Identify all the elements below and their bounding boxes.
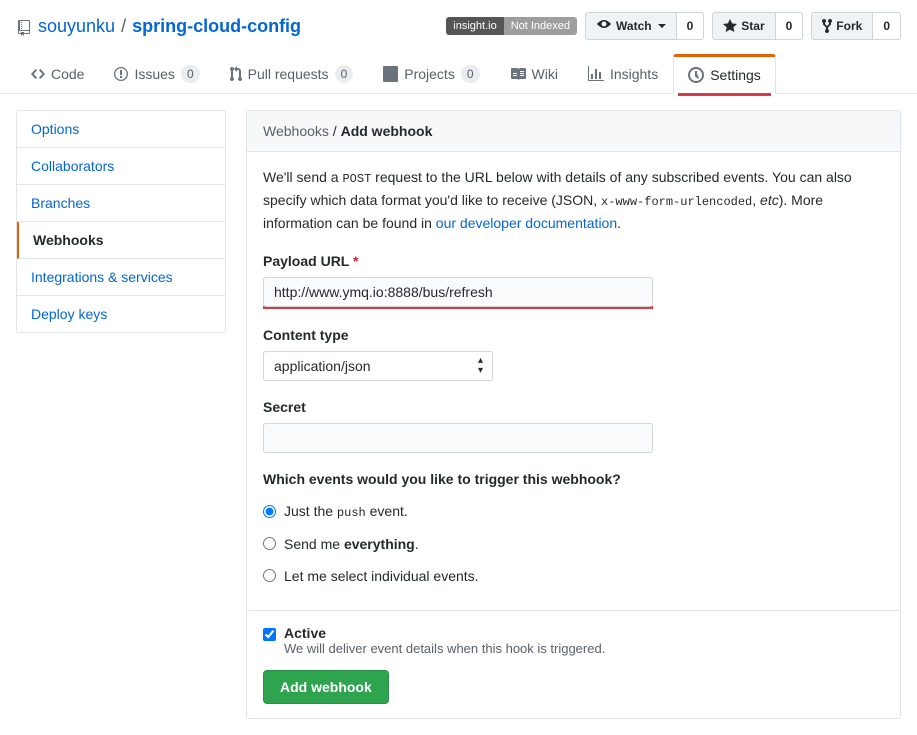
divider (247, 610, 900, 611)
active-checkbox[interactable] (263, 628, 276, 641)
star-button[interactable]: Star (712, 12, 775, 40)
event-everything-radio[interactable] (263, 537, 276, 550)
sidebar-item-collaborators[interactable]: Collaborators (17, 148, 225, 185)
star-count[interactable]: 0 (776, 12, 804, 40)
settings-menu: Options Collaborators Branches Webhooks … (16, 110, 226, 333)
path-separator: / (121, 16, 126, 37)
secret-input[interactable] (263, 423, 653, 453)
docs-link[interactable]: our developer documentation (436, 215, 617, 231)
fork-button[interactable]: Fork (811, 12, 873, 40)
sidebar-item-branches[interactable]: Branches (17, 185, 225, 222)
repo-icon (16, 16, 32, 37)
sidebar-item-options[interactable]: Options (17, 111, 225, 148)
sidebar-item-integrations[interactable]: Integrations & services (17, 259, 225, 296)
description: We'll send a POST request to the URL bel… (263, 166, 884, 235)
sidebar-item-deploy-keys[interactable]: Deploy keys (17, 296, 225, 332)
payload-url-input[interactable] (263, 277, 653, 307)
fork-count[interactable]: 0 (873, 12, 901, 40)
payload-url-label: Payload URL * (263, 253, 884, 269)
event-individual-radio[interactable] (263, 569, 276, 582)
tab-settings[interactable]: Settings (673, 54, 776, 94)
active-hint: We will deliver event details when this … (284, 641, 605, 656)
caret-down-icon (658, 24, 666, 28)
tab-code[interactable]: Code (16, 54, 99, 93)
event-push-label[interactable]: Just the push event. (284, 503, 408, 520)
event-push-radio[interactable] (263, 505, 276, 518)
tab-projects[interactable]: Projects 0 (368, 54, 494, 93)
insight-badge: insight.io Not Indexed (446, 17, 577, 35)
watch-count[interactable]: 0 (677, 12, 705, 40)
content-type-select[interactable]: application/json (263, 351, 493, 381)
breadcrumb: Webhooks / Add webhook (247, 111, 900, 152)
event-individual-label[interactable]: Let me select individual events. (284, 568, 479, 584)
content-type-label: Content type (263, 327, 884, 343)
repo-name-link[interactable]: spring-cloud-config (132, 16, 301, 37)
tab-issues[interactable]: Issues 0 (99, 54, 214, 93)
add-webhook-button[interactable]: Add webhook (263, 670, 389, 704)
tab-wiki[interactable]: Wiki (495, 54, 573, 93)
secret-label: Secret (263, 399, 884, 415)
tab-pull-requests[interactable]: Pull requests 0 (215, 54, 369, 93)
watch-button[interactable]: Watch (585, 12, 677, 40)
tab-insights[interactable]: Insights (573, 54, 673, 93)
sidebar-item-webhooks[interactable]: Webhooks (17, 222, 225, 259)
repo-owner-link[interactable]: souyunku (38, 16, 115, 37)
active-label[interactable]: Active (284, 625, 326, 641)
events-question-label: Which events would you like to trigger t… (263, 471, 884, 487)
event-everything-label[interactable]: Send me everything. (284, 536, 419, 552)
